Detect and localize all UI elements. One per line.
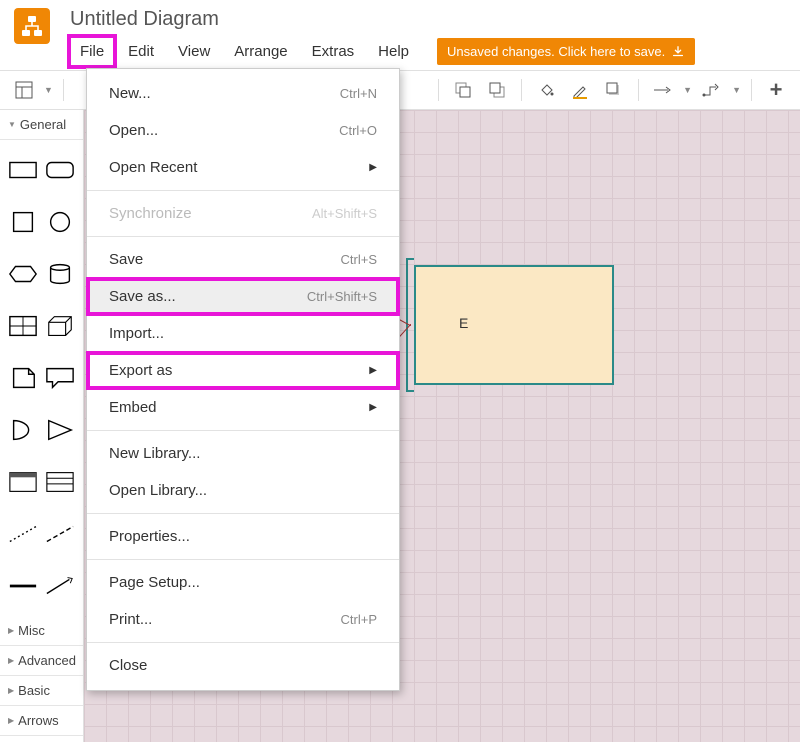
chevron-right-icon: ▶ <box>8 656 14 665</box>
to-back-button[interactable] <box>483 76 511 104</box>
menu-item-new[interactable]: New... Ctrl+N <box>87 75 399 112</box>
menu-separator <box>87 642 399 643</box>
shape-half-circle[interactable] <box>6 406 40 454</box>
document-title[interactable]: Untitled Diagram <box>70 8 695 31</box>
to-back-icon <box>488 81 506 99</box>
menu-item-properties[interactable]: Properties... <box>87 518 399 555</box>
menu-separator <box>87 236 399 237</box>
chevron-right-icon: ▶ <box>8 686 14 695</box>
shape-rounded[interactable] <box>44 146 78 194</box>
menu-item-print[interactable]: Print... Ctrl+P <box>87 601 399 638</box>
shape-triangle[interactable] <box>44 406 78 454</box>
menu-extras[interactable]: Extras <box>302 37 365 66</box>
shape-connector[interactable] <box>44 562 78 610</box>
add-button[interactable]: + <box>762 76 790 104</box>
download-icon <box>671 45 685 59</box>
shape-list[interactable] <box>44 458 78 506</box>
pencil-icon <box>571 81 589 99</box>
menu-separator <box>87 430 399 431</box>
shape-hexagon[interactable] <box>6 250 40 298</box>
shape-dashed-line[interactable] <box>44 510 78 558</box>
menu-item-page-setup[interactable]: Page Setup... <box>87 564 399 601</box>
menu-item-open-library[interactable]: Open Library... <box>87 472 399 509</box>
menu-edit[interactable]: Edit <box>118 37 164 66</box>
layout-dropdown[interactable] <box>10 76 38 104</box>
menu-item-save[interactable]: Save Ctrl+S <box>87 241 399 278</box>
menu-item-open-recent[interactable]: Open Recent ▶ <box>87 149 399 186</box>
shape-rectangle[interactable] <box>6 146 40 194</box>
menu-item-close[interactable]: Close <box>87 647 399 684</box>
shape-note[interactable] <box>6 354 40 402</box>
menu-item-export-as[interactable]: Export as ▶ <box>87 352 399 389</box>
sidebar-section-general[interactable]: ▼ General <box>0 110 83 140</box>
sidebar-section-arrows[interactable]: ▶Arrows <box>0 706 83 736</box>
menu-file[interactable]: File <box>70 37 114 66</box>
menu-separator <box>87 513 399 514</box>
bucket-icon <box>537 81 555 99</box>
diagram-box-text: E <box>459 315 468 331</box>
menu-item-new-library[interactable]: New Library... <box>87 435 399 472</box>
menu-help[interactable]: Help <box>368 37 419 66</box>
menu-arrange[interactable]: Arrange <box>224 37 297 66</box>
shadow-icon <box>605 81 623 99</box>
menu-item-embed[interactable]: Embed ▶ <box>87 389 399 426</box>
file-menu-dropdown: New... Ctrl+N Open... Ctrl+O Open Recent… <box>86 68 400 691</box>
waypoint-icon <box>701 81 723 99</box>
chevron-down-icon: ▼ <box>8 120 16 129</box>
shape-table[interactable] <box>6 302 40 350</box>
sidebar-section-misc[interactable]: ▶Misc <box>0 616 83 646</box>
menu-item-open[interactable]: Open... Ctrl+O <box>87 112 399 149</box>
unsaved-banner-text: Unsaved changes. Click here to save. <box>447 44 665 59</box>
shape-sidebar: ▼ General ▶Misc ▶Advanced ▶Basic ▶Arr <box>0 110 84 742</box>
submenu-arrow-icon: ▶ <box>369 365 377 376</box>
sidebar-section-basic[interactable]: ▶Basic <box>0 676 83 706</box>
app-header: Untitled Diagram File Edit View Arrange … <box>0 0 800 70</box>
shape-cube[interactable] <box>44 302 78 350</box>
menu-separator <box>87 559 399 560</box>
to-front-icon <box>454 81 472 99</box>
app-logo <box>14 8 50 44</box>
waypoint-dropdown[interactable] <box>698 76 726 104</box>
shape-square[interactable] <box>6 198 40 246</box>
shape-callout[interactable] <box>44 354 78 402</box>
shape-card[interactable] <box>6 458 40 506</box>
menu-separator <box>87 190 399 191</box>
shape-dotted-line[interactable] <box>6 510 40 558</box>
sidebar-section-advanced[interactable]: ▶Advanced <box>0 646 83 676</box>
line-color-button[interactable] <box>566 76 594 104</box>
submenu-arrow-icon: ▶ <box>369 162 377 173</box>
menubar: File Edit View Arrange Extras Help Unsav… <box>70 37 695 66</box>
submenu-arrow-icon: ▶ <box>369 402 377 413</box>
layout-icon <box>15 81 33 99</box>
arrow-icon <box>652 81 674 99</box>
shape-palette <box>0 140 83 616</box>
chevron-right-icon: ▶ <box>8 716 14 725</box>
menu-item-save-as[interactable]: Save as... Ctrl+Shift+S <box>87 278 399 315</box>
menu-view[interactable]: View <box>168 37 220 66</box>
to-front-button[interactable] <box>449 76 477 104</box>
diagram-box[interactable] <box>414 265 614 385</box>
shape-cylinder[interactable] <box>44 250 78 298</box>
chevron-right-icon: ▶ <box>8 626 14 635</box>
drawio-logo-icon <box>20 14 44 38</box>
menu-item-import[interactable]: Import... <box>87 315 399 352</box>
shape-line[interactable] <box>6 562 40 610</box>
menu-item-synchronize: Synchronize Alt+Shift+S <box>87 195 399 232</box>
shadow-button[interactable] <box>600 76 628 104</box>
connection-dropdown[interactable] <box>649 76 677 104</box>
shape-circle[interactable] <box>44 198 78 246</box>
unsaved-banner[interactable]: Unsaved changes. Click here to save. <box>437 38 695 65</box>
fill-color-button[interactable] <box>532 76 560 104</box>
